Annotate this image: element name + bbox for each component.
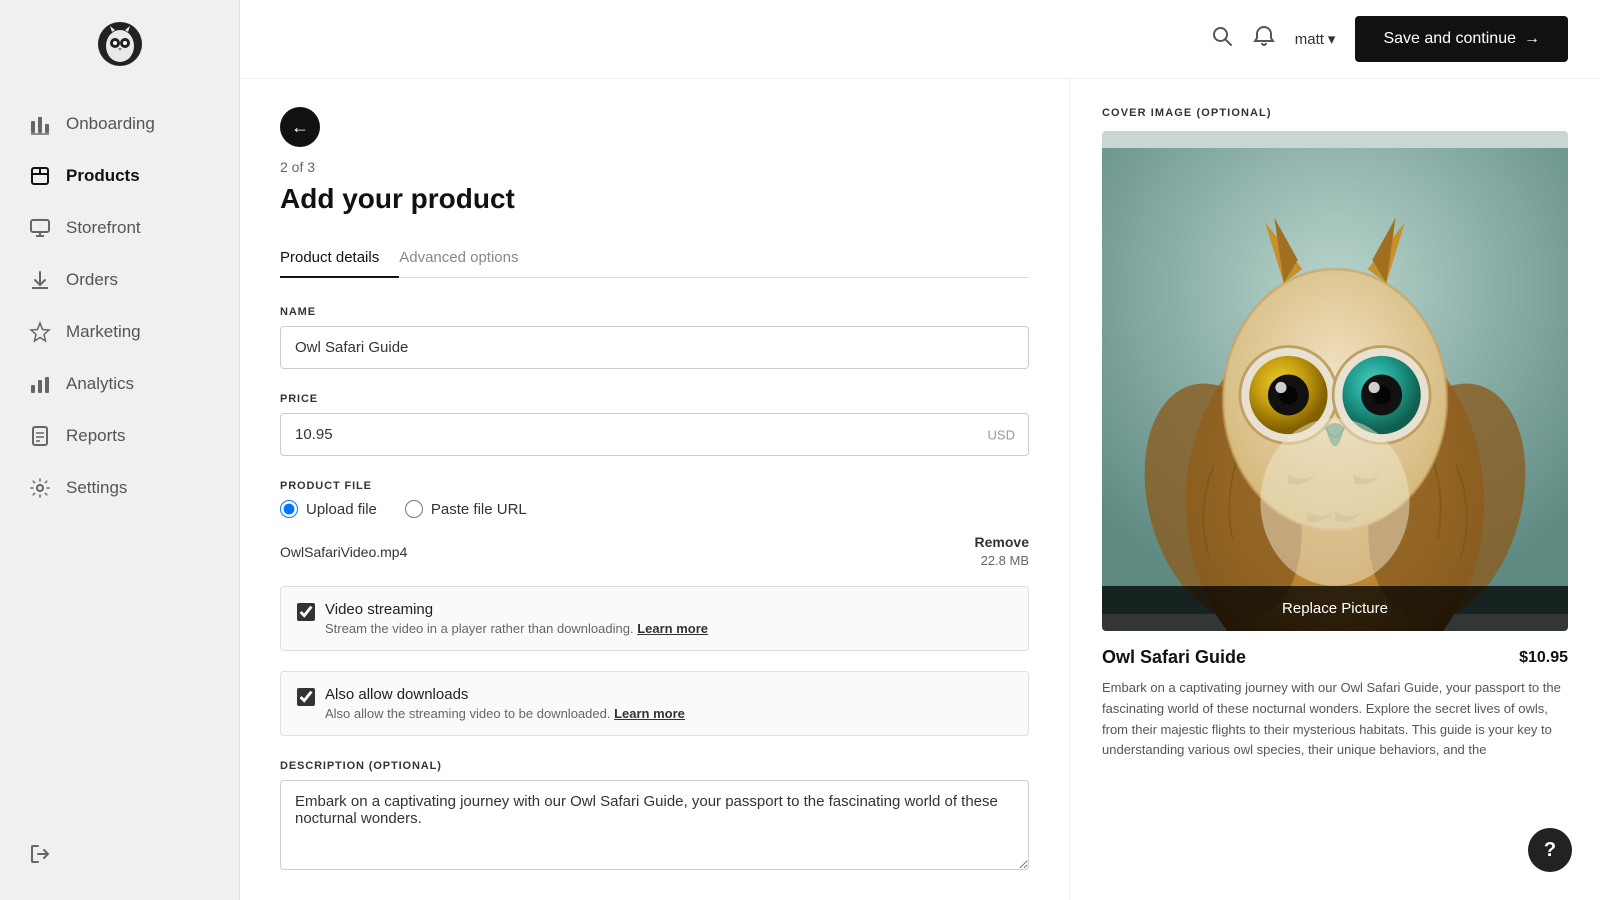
- currency-label: USD: [988, 427, 1015, 442]
- chevron-down-icon: ▾: [1328, 30, 1336, 48]
- replace-picture-button[interactable]: Replace Picture: [1102, 586, 1568, 631]
- page-title: Add your product: [280, 183, 1029, 215]
- sidebar-item-storefront[interactable]: Storefront: [0, 202, 239, 254]
- sidebar-nav: Onboarding Products Storefront: [0, 98, 239, 514]
- product-file-label: PRODUCT FILE: [280, 480, 1029, 492]
- sidebar-item-products[interactable]: Products: [0, 150, 239, 202]
- download-icon: [28, 268, 52, 292]
- allow-downloads-group: Also allow downloads Also allow the stre…: [280, 671, 1029, 736]
- form-panel: ← 2 of 3 Add your product Product detail…: [240, 79, 1070, 900]
- sidebar-item-onboarding-label: Onboarding: [66, 114, 155, 134]
- name-label: NAME: [280, 306, 1029, 318]
- name-field-group: NAME: [280, 306, 1029, 369]
- sidebar-item-orders[interactable]: Orders: [0, 254, 239, 306]
- allow-downloads-item: Also allow downloads Also allow the stre…: [297, 686, 1012, 721]
- arrow-right-icon: →: [1524, 30, 1540, 48]
- tab-advanced-options[interactable]: Advanced options: [399, 239, 538, 278]
- sidebar-item-analytics[interactable]: Analytics: [0, 358, 239, 410]
- sidebar: Onboarding Products Storefront: [0, 0, 240, 900]
- allow-downloads-desc: Also allow the streaming video to be dow…: [325, 706, 685, 721]
- chart-icon: [28, 112, 52, 136]
- doc-icon: [28, 424, 52, 448]
- sidebar-item-reports-label: Reports: [66, 426, 126, 446]
- sidebar-item-settings[interactable]: Settings: [0, 462, 239, 514]
- sidebar-item-marketing[interactable]: Marketing: [0, 306, 239, 358]
- allow-downloads-learn-more[interactable]: Learn more: [614, 706, 685, 721]
- header: matt ▾ Save and continue →: [240, 0, 1600, 79]
- video-streaming-learn-more[interactable]: Learn more: [637, 621, 708, 636]
- paste-url-label: Paste file URL: [431, 501, 527, 518]
- file-options: Upload file Paste file URL: [280, 500, 1029, 518]
- preview-product-name: Owl Safari Guide: [1102, 647, 1246, 668]
- upload-file-label: Upload file: [306, 501, 377, 518]
- cover-image-wrapper: Replace Picture: [1102, 131, 1568, 631]
- video-streaming-checkbox[interactable]: [297, 603, 315, 621]
- allow-downloads-checkbox[interactable]: [297, 688, 315, 706]
- sidebar-item-orders-label: Orders: [66, 270, 118, 290]
- paste-url-option[interactable]: Paste file URL: [405, 500, 527, 518]
- allow-downloads-content: Also allow downloads Also allow the stre…: [325, 686, 685, 721]
- sidebar-item-storefront-label: Storefront: [66, 218, 141, 238]
- bar-chart-icon: [28, 372, 52, 396]
- bell-icon[interactable]: [1253, 25, 1275, 53]
- star-icon: [28, 320, 52, 344]
- video-streaming-desc: Stream the video in a player rather than…: [325, 621, 708, 636]
- price-field-group: PRICE USD: [280, 393, 1029, 456]
- step-indicator: 2 of 3: [280, 159, 1029, 175]
- sidebar-bottom: [0, 828, 239, 880]
- save-continue-button[interactable]: Save and continue →: [1355, 16, 1568, 62]
- main-content: matt ▾ Save and continue → ← 2 of 3 Add …: [240, 0, 1600, 900]
- tabs: Product details Advanced options: [280, 239, 1029, 278]
- video-streaming-item: Video streaming Stream the video in a pl…: [297, 601, 1012, 636]
- price-wrapper: USD: [280, 413, 1029, 456]
- file-info: OwlSafariVideo.mp4 Remove 22.8 MB: [280, 534, 1029, 570]
- price-input[interactable]: [280, 413, 1029, 456]
- app-logo: [96, 20, 144, 68]
- preview-product-price: $10.95: [1519, 649, 1568, 667]
- content-area: ← 2 of 3 Add your product Product detail…: [240, 79, 1600, 900]
- sidebar-item-reports[interactable]: Reports: [0, 410, 239, 462]
- sidebar-item-logout[interactable]: [0, 828, 239, 880]
- file-meta: Remove 22.8 MB: [975, 534, 1029, 570]
- description-textarea[interactable]: Embark on a captivating journey with our…: [280, 780, 1029, 870]
- help-button[interactable]: ?: [1528, 828, 1572, 872]
- back-button[interactable]: ←: [280, 107, 320, 147]
- sidebar-item-onboarding[interactable]: Onboarding: [0, 98, 239, 150]
- price-label: PRICE: [280, 393, 1029, 405]
- video-streaming-label: Video streaming: [325, 601, 708, 618]
- file-size: 22.8 MB: [981, 553, 1029, 568]
- allow-downloads-label: Also allow downloads: [325, 686, 685, 703]
- upload-file-radio[interactable]: [280, 500, 298, 518]
- cover-image-label: COVER IMAGE (OPTIONAL): [1102, 107, 1568, 119]
- logout-icon: [28, 842, 52, 866]
- user-menu[interactable]: matt ▾: [1295, 30, 1336, 48]
- preview-panel: COVER IMAGE (OPTIONAL): [1070, 79, 1600, 900]
- video-streaming-content: Video streaming Stream the video in a pl…: [325, 601, 708, 636]
- preview-product-description: Embark on a captivating journey with our…: [1102, 678, 1568, 761]
- box-icon: [28, 164, 52, 188]
- video-streaming-group: Video streaming Stream the video in a pl…: [280, 586, 1029, 651]
- file-name: OwlSafariVideo.mp4: [280, 544, 407, 560]
- tab-product-details[interactable]: Product details: [280, 239, 399, 278]
- monitor-icon: [28, 216, 52, 240]
- sidebar-item-marketing-label: Marketing: [66, 322, 141, 342]
- user-label: matt: [1295, 31, 1324, 48]
- sidebar-item-settings-label: Settings: [66, 478, 127, 498]
- remove-file-button[interactable]: Remove: [975, 534, 1029, 550]
- description-field-group: DESCRIPTION (OPTIONAL) Embark on a capti…: [280, 760, 1029, 875]
- cover-image-owl: [1102, 131, 1568, 631]
- name-input[interactable]: [280, 326, 1029, 369]
- gear-icon: [28, 476, 52, 500]
- upload-file-option[interactable]: Upload file: [280, 500, 377, 518]
- sidebar-item-analytics-label: Analytics: [66, 374, 134, 394]
- sidebar-item-products-label: Products: [66, 166, 140, 186]
- search-icon[interactable]: [1211, 25, 1233, 53]
- preview-product-info: Owl Safari Guide $10.95: [1102, 647, 1568, 668]
- save-continue-label: Save and continue: [1383, 30, 1516, 48]
- description-label: DESCRIPTION (OPTIONAL): [280, 760, 1029, 772]
- paste-url-radio[interactable]: [405, 500, 423, 518]
- product-file-group: PRODUCT FILE Upload file Paste file URL …: [280, 480, 1029, 736]
